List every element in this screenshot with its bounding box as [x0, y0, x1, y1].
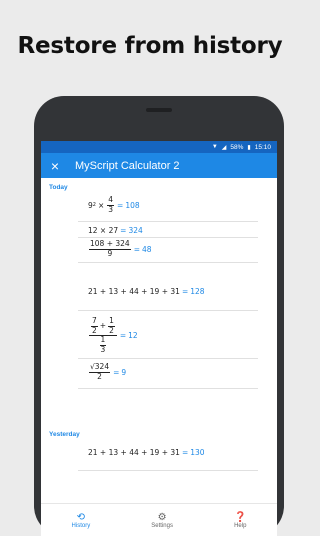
history-icon: ⟲	[76, 511, 86, 523]
result: 48	[141, 244, 152, 254]
clock: 15:10	[254, 143, 271, 151]
app-title: MyScript Calculator 2	[75, 159, 180, 172]
history-entry[interactable]: 12 × 27 = 324	[88, 226, 143, 235]
app-bar: × MyScript Calculator 2	[41, 153, 277, 178]
history-entry[interactable]: 21 + 13 + 44 + 19 + 31 = 128	[88, 287, 205, 296]
divider	[78, 237, 258, 238]
history-entry[interactable]: 21 + 13 + 44 + 19 + 31 = 130	[88, 448, 205, 457]
numerator: 72 + 12	[89, 316, 117, 337]
compound-fraction: 72 + 12 13	[89, 316, 117, 355]
denominator: 2	[109, 325, 114, 335]
equals-sign: =	[120, 226, 127, 235]
result: 108	[125, 200, 140, 210]
divider	[78, 310, 258, 311]
nav-help[interactable]: ❓ Help	[234, 512, 246, 529]
denominator: 3	[100, 344, 106, 354]
close-icon[interactable]: ×	[41, 158, 69, 174]
section-today: Today	[49, 184, 68, 191]
bottom-navigation: ⟲ History ⚙ Settings ❓ Help	[41, 503, 277, 536]
equals-sign: =	[117, 200, 124, 210]
fraction: 12	[108, 316, 115, 335]
status-bar: ▼ ◢ 58% ▮ 15:10	[41, 141, 277, 153]
phone-frame: ▼ ◢ 58% ▮ 15:10 × MyScript Calculator 2 …	[34, 96, 284, 536]
expression: 12 × 27	[88, 226, 119, 235]
gear-icon: ⚙	[157, 511, 167, 523]
equals-sign: =	[119, 331, 127, 341]
result: 130	[190, 448, 205, 457]
denominator: 3	[108, 204, 114, 214]
history-entry[interactable]: √324 2 = 9	[88, 362, 127, 381]
fraction: 72	[91, 316, 98, 335]
denominator: 2	[97, 371, 102, 381]
help-icon: ❓	[234, 511, 247, 523]
divider	[78, 358, 258, 359]
operator: +	[99, 320, 107, 330]
battery-level: 58%	[230, 143, 244, 151]
fraction: 108 + 324 9	[89, 239, 131, 258]
history-entry[interactable]: 72 + 12 13 = 12	[88, 316, 138, 355]
equals-sign: =	[181, 448, 189, 457]
nav-history[interactable]: ⟲ History	[72, 512, 91, 529]
nav-help-label: Help	[234, 522, 247, 529]
history-entry[interactable]: 108 + 324 9 = 48	[88, 239, 152, 258]
nav-history-label: History	[71, 522, 91, 529]
equals-sign: =	[181, 287, 189, 296]
equals-sign: =	[113, 367, 120, 377]
exponent: 2	[92, 202, 96, 209]
denominator: 9	[107, 248, 113, 258]
denominator: 2	[92, 325, 97, 335]
page-headline: Restore from history	[17, 33, 283, 59]
divider	[78, 221, 258, 222]
divider	[78, 388, 258, 389]
nav-settings[interactable]: ⚙ Settings	[151, 512, 173, 529]
signal-icon: ◢	[221, 144, 227, 151]
history-entry[interactable]: 92 × 43 = 108	[88, 195, 140, 214]
expression: 21 + 13 + 44 + 19 + 31	[88, 287, 180, 296]
denominator: 13	[98, 336, 109, 354]
divider	[78, 262, 258, 263]
result: 324	[128, 226, 143, 235]
fraction: √324 2	[89, 362, 111, 381]
phone-speaker	[146, 108, 172, 112]
history-list: Today 92 × 43 = 108 12 × 27 = 324 108 + …	[41, 178, 277, 498]
nav-settings-label: Settings	[151, 522, 173, 529]
operator: ×	[97, 200, 105, 210]
result: 128	[190, 287, 205, 296]
fraction: 13	[99, 336, 107, 354]
phone-screen: ▼ ◢ 58% ▮ 15:10 × MyScript Calculator 2 …	[41, 141, 277, 536]
divider	[78, 470, 258, 471]
fraction: 43	[107, 195, 115, 214]
section-yesterday: Yesterday	[49, 431, 80, 438]
wifi-icon: ▼	[211, 144, 218, 150]
result: 12	[128, 331, 138, 341]
expression: 21 + 13 + 44 + 19 + 31	[88, 448, 180, 457]
equals-sign: =	[133, 244, 140, 254]
result: 9	[121, 367, 127, 377]
battery-icon: ▮	[247, 144, 251, 151]
